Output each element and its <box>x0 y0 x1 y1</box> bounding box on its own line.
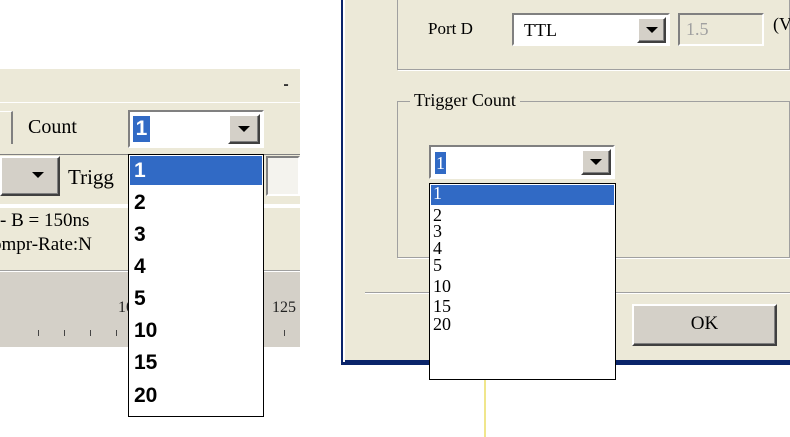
dropdown-option[interactable]: 2 <box>130 188 262 217</box>
voltage-unit-label: (V <box>773 14 790 34</box>
dropdown-option[interactable]: 15 <box>431 297 614 315</box>
count-label: Count <box>28 116 77 138</box>
port-type-value: TTL <box>524 20 557 40</box>
count-combobox[interactable]: 1 <box>128 110 264 148</box>
trigger-count-combobox[interactable]: 1 <box>429 145 615 179</box>
dropdown-option[interactable]: 4 <box>431 239 614 257</box>
count-combobox-value: 1 <box>133 116 150 142</box>
trigger-count-value: 1 <box>435 152 446 174</box>
port-voltage-input[interactable]: 1.5 <box>678 13 764 46</box>
count-dropdown-list[interactable]: 1 2 3 4 5 10 15 20 <box>128 154 264 417</box>
chevron-down-icon <box>590 159 602 165</box>
toolbar-separator <box>0 111 13 144</box>
trigger-count-legend: Trigger Count <box>410 90 520 111</box>
ok-button[interactable]: OK <box>632 304 777 346</box>
ruler-tick <box>284 330 285 336</box>
chevron-down-icon <box>646 27 658 33</box>
port-type-combobox[interactable]: TTL <box>512 13 670 46</box>
ruler-tick <box>64 330 65 336</box>
trigger-count-dropdown-list[interactable]: 1 2 3 4 5 10 15 20 <box>429 183 616 380</box>
count-dropdown-button[interactable] <box>228 114 260 144</box>
dropdown-option[interactable]: 5 <box>431 256 614 274</box>
ruler-tick <box>90 330 91 336</box>
minimize-button[interactable]: - <box>275 72 297 98</box>
trigger-label: Trigg <box>68 165 114 189</box>
dropdown-option[interactable]: 1 <box>130 156 262 185</box>
ruler-label: 125 <box>272 299 296 316</box>
trigger-field[interactable] <box>266 156 300 196</box>
chevron-down-icon <box>238 126 250 132</box>
dropdown-option[interactable]: 10 <box>431 277 614 295</box>
dropdown-option[interactable]: 5 <box>130 284 262 313</box>
dropdown-option[interactable]: 1 <box>431 184 614 205</box>
dropdown-option[interactable]: 20 <box>431 315 614 333</box>
dropdown-option[interactable]: 10 <box>130 316 262 345</box>
chevron-down-icon <box>32 172 44 178</box>
left-combo-dropdown-button[interactable] <box>0 156 60 196</box>
port-label: Port D <box>428 19 473 38</box>
dropdown-option[interactable]: 2 <box>431 206 614 224</box>
dropdown-option[interactable]: 3 <box>130 220 262 249</box>
dropdown-option[interactable]: 3 <box>431 222 614 240</box>
trigger-count-dropdown-button[interactable] <box>581 149 611 175</box>
left-title-strip <box>0 69 300 102</box>
dropdown-option[interactable]: 15 <box>130 348 262 377</box>
port-type-dropdown-button[interactable] <box>637 17 666 43</box>
dropdown-option[interactable]: 20 <box>130 381 262 410</box>
ruler-tick <box>116 330 117 336</box>
dropdown-option[interactable]: 4 <box>130 252 262 281</box>
cursor-line <box>484 380 486 437</box>
ruler-tick <box>38 330 39 336</box>
